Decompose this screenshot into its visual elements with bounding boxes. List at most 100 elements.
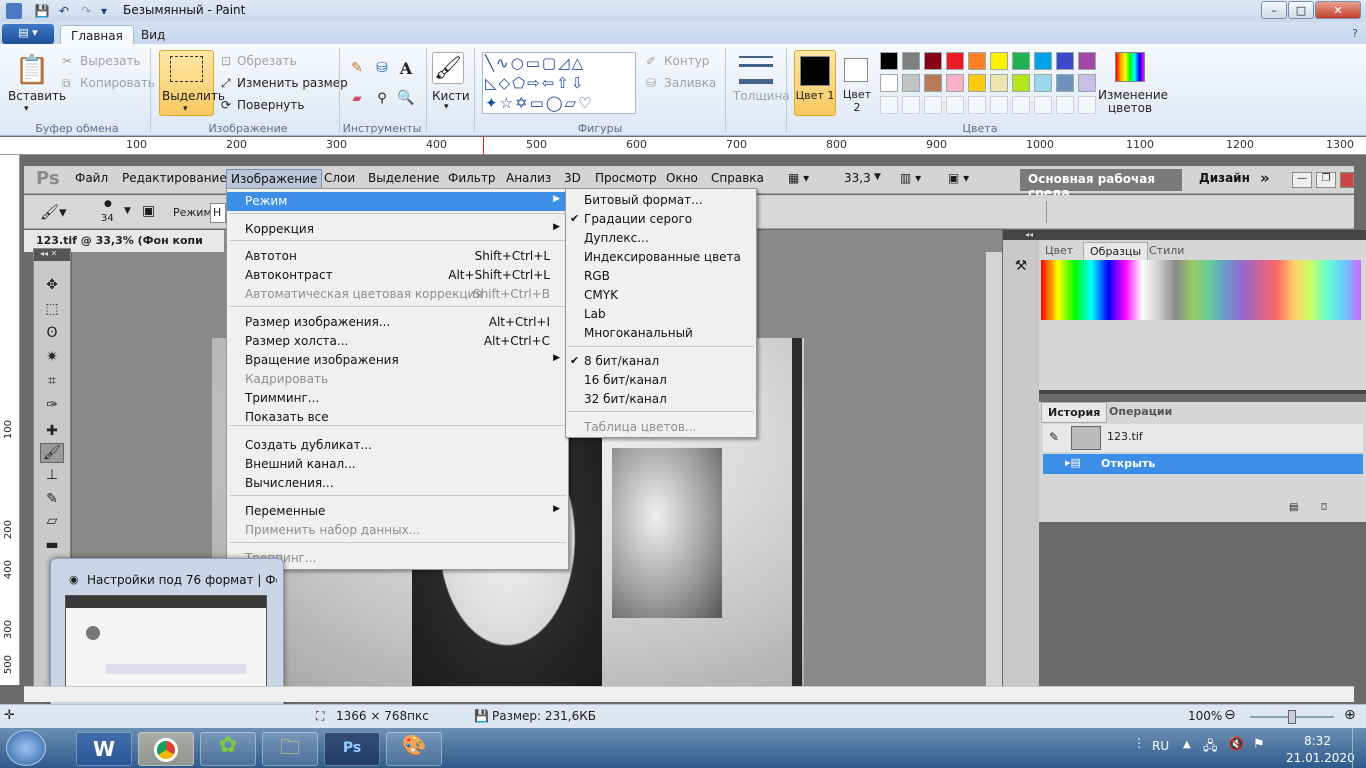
ps-restore-button[interactable]: ❐ — [1316, 172, 1336, 188]
cut-button[interactable]: Вырезать — [80, 54, 141, 68]
palette-swatch[interactable] — [902, 74, 920, 92]
ps-menu-layers[interactable]: Слои — [324, 171, 355, 185]
healing-tool-icon[interactable]: ✚ — [40, 421, 64, 441]
paste-icon[interactable]: 📋 — [14, 50, 50, 88]
toolbox-header[interactable]: ◂◂ ✕ — [34, 249, 70, 261]
brush-tool-icon[interactable]: 🖌▾ — [40, 203, 67, 221]
mode-menu-item[interactable]: Битовый формат... — [566, 191, 756, 210]
panel-tab-color[interactable]: Цвет — [1045, 244, 1073, 257]
palette-swatch[interactable] — [1056, 74, 1074, 92]
palette-swatch[interactable] — [968, 52, 986, 70]
palette-swatch[interactable] — [902, 52, 920, 70]
swatches-grid[interactable] — [1041, 260, 1361, 320]
magnifier-icon[interactable]: 🔍 — [396, 88, 416, 108]
palette-swatch[interactable] — [880, 96, 898, 114]
ps-view-extras-icon[interactable]: ▦ ▾ — [788, 171, 809, 185]
ps-close-button[interactable] — [1340, 172, 1354, 188]
mode-select[interactable]: Н — [210, 203, 226, 223]
arrange-documents-icon[interactable]: ▥ ▾ — [900, 171, 921, 185]
palette-swatch[interactable] — [946, 96, 964, 114]
brush-size[interactable]: 34 — [101, 213, 114, 224]
canvas-vertical-scrollbar[interactable] — [986, 252, 1002, 688]
history-new-document-icon[interactable]: ▤ — [1289, 502, 1298, 513]
pencil-icon[interactable]: ✎ — [347, 58, 367, 78]
thickness-button[interactable]: Толщина — [733, 89, 790, 103]
start-button[interactable] — [6, 730, 46, 766]
palette-swatch[interactable] — [924, 96, 942, 114]
palette-swatch[interactable] — [990, 52, 1008, 70]
brush-panel-icon[interactable]: ▣ — [142, 203, 155, 219]
palette-swatch[interactable] — [990, 96, 1008, 114]
color2-button[interactable]: Цвет 2 — [840, 50, 874, 116]
palette-swatch[interactable] — [1034, 96, 1052, 114]
more-workspaces-icon[interactable]: » — [1260, 169, 1270, 187]
palette-swatch[interactable] — [880, 52, 898, 70]
image-menu-item[interactable]: Режим ▶ — [227, 192, 568, 211]
ps-menu-help[interactable]: Справка — [711, 171, 764, 185]
palette-swatch[interactable] — [924, 52, 942, 70]
redo-icon[interactable]: ↷ — [78, 3, 94, 19]
mode-menu-item[interactable]: Lab — [566, 305, 756, 324]
photoshop-taskbar-icon[interactable]: Ps — [324, 732, 380, 766]
image-menu-item[interactable]: Размер изображения... Alt+Ctrl+I — [227, 313, 568, 332]
workspace-button[interactable]: Основная рабочая среда — [1020, 169, 1182, 200]
palette-swatch[interactable] — [946, 74, 964, 92]
paint-menu-button[interactable]: ▤ ▾ — [2, 24, 54, 44]
horizontal-scrollbar[interactable] — [24, 686, 1354, 702]
tool-presets-icon[interactable]: ⚒ — [1011, 256, 1031, 276]
history-snapshot-row[interactable]: ✎ 123.tif — [1043, 424, 1363, 452]
palette-swatch[interactable] — [1056, 96, 1074, 114]
panel-tab-actions[interactable]: Операции — [1109, 405, 1172, 418]
eyedropper-tool-icon[interactable]: ✑ — [40, 395, 64, 415]
move-tool-icon[interactable]: ✥ — [40, 275, 64, 295]
image-menu-item[interactable]: Размер холста... Alt+Ctrl+C — [227, 332, 568, 351]
history-snapshot-icon[interactable]: ⌼ — [1321, 502, 1327, 513]
marquee-tool-icon[interactable]: ⬚ — [40, 299, 64, 319]
image-menu-item[interactable]: Вращение изображения ▶ — [227, 351, 568, 370]
image-menu-item[interactable]: Автоконтраст Alt+Shift+Ctrl+L — [227, 266, 568, 285]
minimize-button[interactable]: – — [1261, 1, 1287, 19]
paint-taskbar-icon[interactable]: 🎨 — [386, 732, 442, 766]
magic-wand-tool-icon[interactable]: ✷ — [40, 347, 64, 367]
palette-swatch[interactable] — [1012, 74, 1030, 92]
zoom-slider-thumb[interactable] — [1288, 710, 1296, 724]
mode-menu-item[interactable]: 32 бит/канал — [566, 390, 756, 409]
text-icon[interactable]: A — [396, 58, 416, 78]
image-menu-item[interactable]: Внешний канал... — [227, 455, 568, 474]
ps-menu-filter[interactable]: Фильтр — [448, 171, 495, 185]
image-menu-item[interactable]: Тримминг... — [227, 389, 568, 408]
mode-menu-item[interactable]: Дуплекс... — [566, 229, 756, 248]
history-open-row[interactable]: ▸▤ Открыть — [1043, 454, 1363, 474]
explorer-taskbar-icon[interactable]: 🗀 — [262, 732, 318, 766]
save-icon[interactable]: 💾 — [34, 3, 50, 19]
fill-bucket-icon[interactable]: ⛁ — [372, 58, 392, 78]
ps-menu-view[interactable]: Просмотр — [595, 171, 657, 185]
panel-tab-styles[interactable]: Стили — [1149, 244, 1184, 257]
paste-button[interactable]: Вставить — [8, 89, 66, 103]
edit-colors-icon[interactable] — [1115, 52, 1145, 82]
ps-minimize-button[interactable]: — — [1292, 172, 1312, 188]
crop-button[interactable]: Обрезать — [237, 54, 297, 68]
image-menu-item[interactable]: Вычисления... — [227, 474, 568, 493]
maximize-button[interactable]: □ — [1288, 1, 1314, 19]
panel-tab-history[interactable]: История — [1041, 402, 1108, 423]
panel-collapse-bar[interactable]: ◂◂ — [1003, 230, 1366, 240]
ps-menu-window[interactable]: Окно — [666, 171, 698, 185]
brush-tool-icon[interactable]: 🖌 — [40, 443, 64, 463]
screen-mode-icon[interactable]: ▣ ▾ — [948, 171, 969, 185]
zoom-dropdown-icon[interactable]: ▼ — [874, 172, 881, 182]
ps-menu-file[interactable]: Файл — [75, 171, 108, 185]
palette-swatch[interactable] — [990, 74, 1008, 92]
lasso-tool-icon[interactable]: ʘ — [40, 323, 64, 343]
resize-button[interactable]: Изменить размер — [237, 76, 348, 90]
chrome-taskbar-icon[interactable] — [138, 732, 194, 766]
palette-swatch[interactable] — [1034, 52, 1052, 70]
paste-dropdown-icon[interactable]: ▾ — [24, 104, 29, 114]
zoom-out-button[interactable]: ⊖ — [1224, 707, 1236, 723]
copy-button[interactable]: Копировать — [80, 76, 155, 90]
palette-swatch[interactable] — [946, 52, 964, 70]
zoom-in-button[interactable]: ⊕ — [1344, 707, 1356, 723]
color-picker-icon[interactable]: ⚲ — [372, 88, 392, 108]
paint-app-icon[interactable] — [6, 3, 22, 19]
eraser-tool-icon[interactable]: ▱ — [40, 511, 64, 531]
